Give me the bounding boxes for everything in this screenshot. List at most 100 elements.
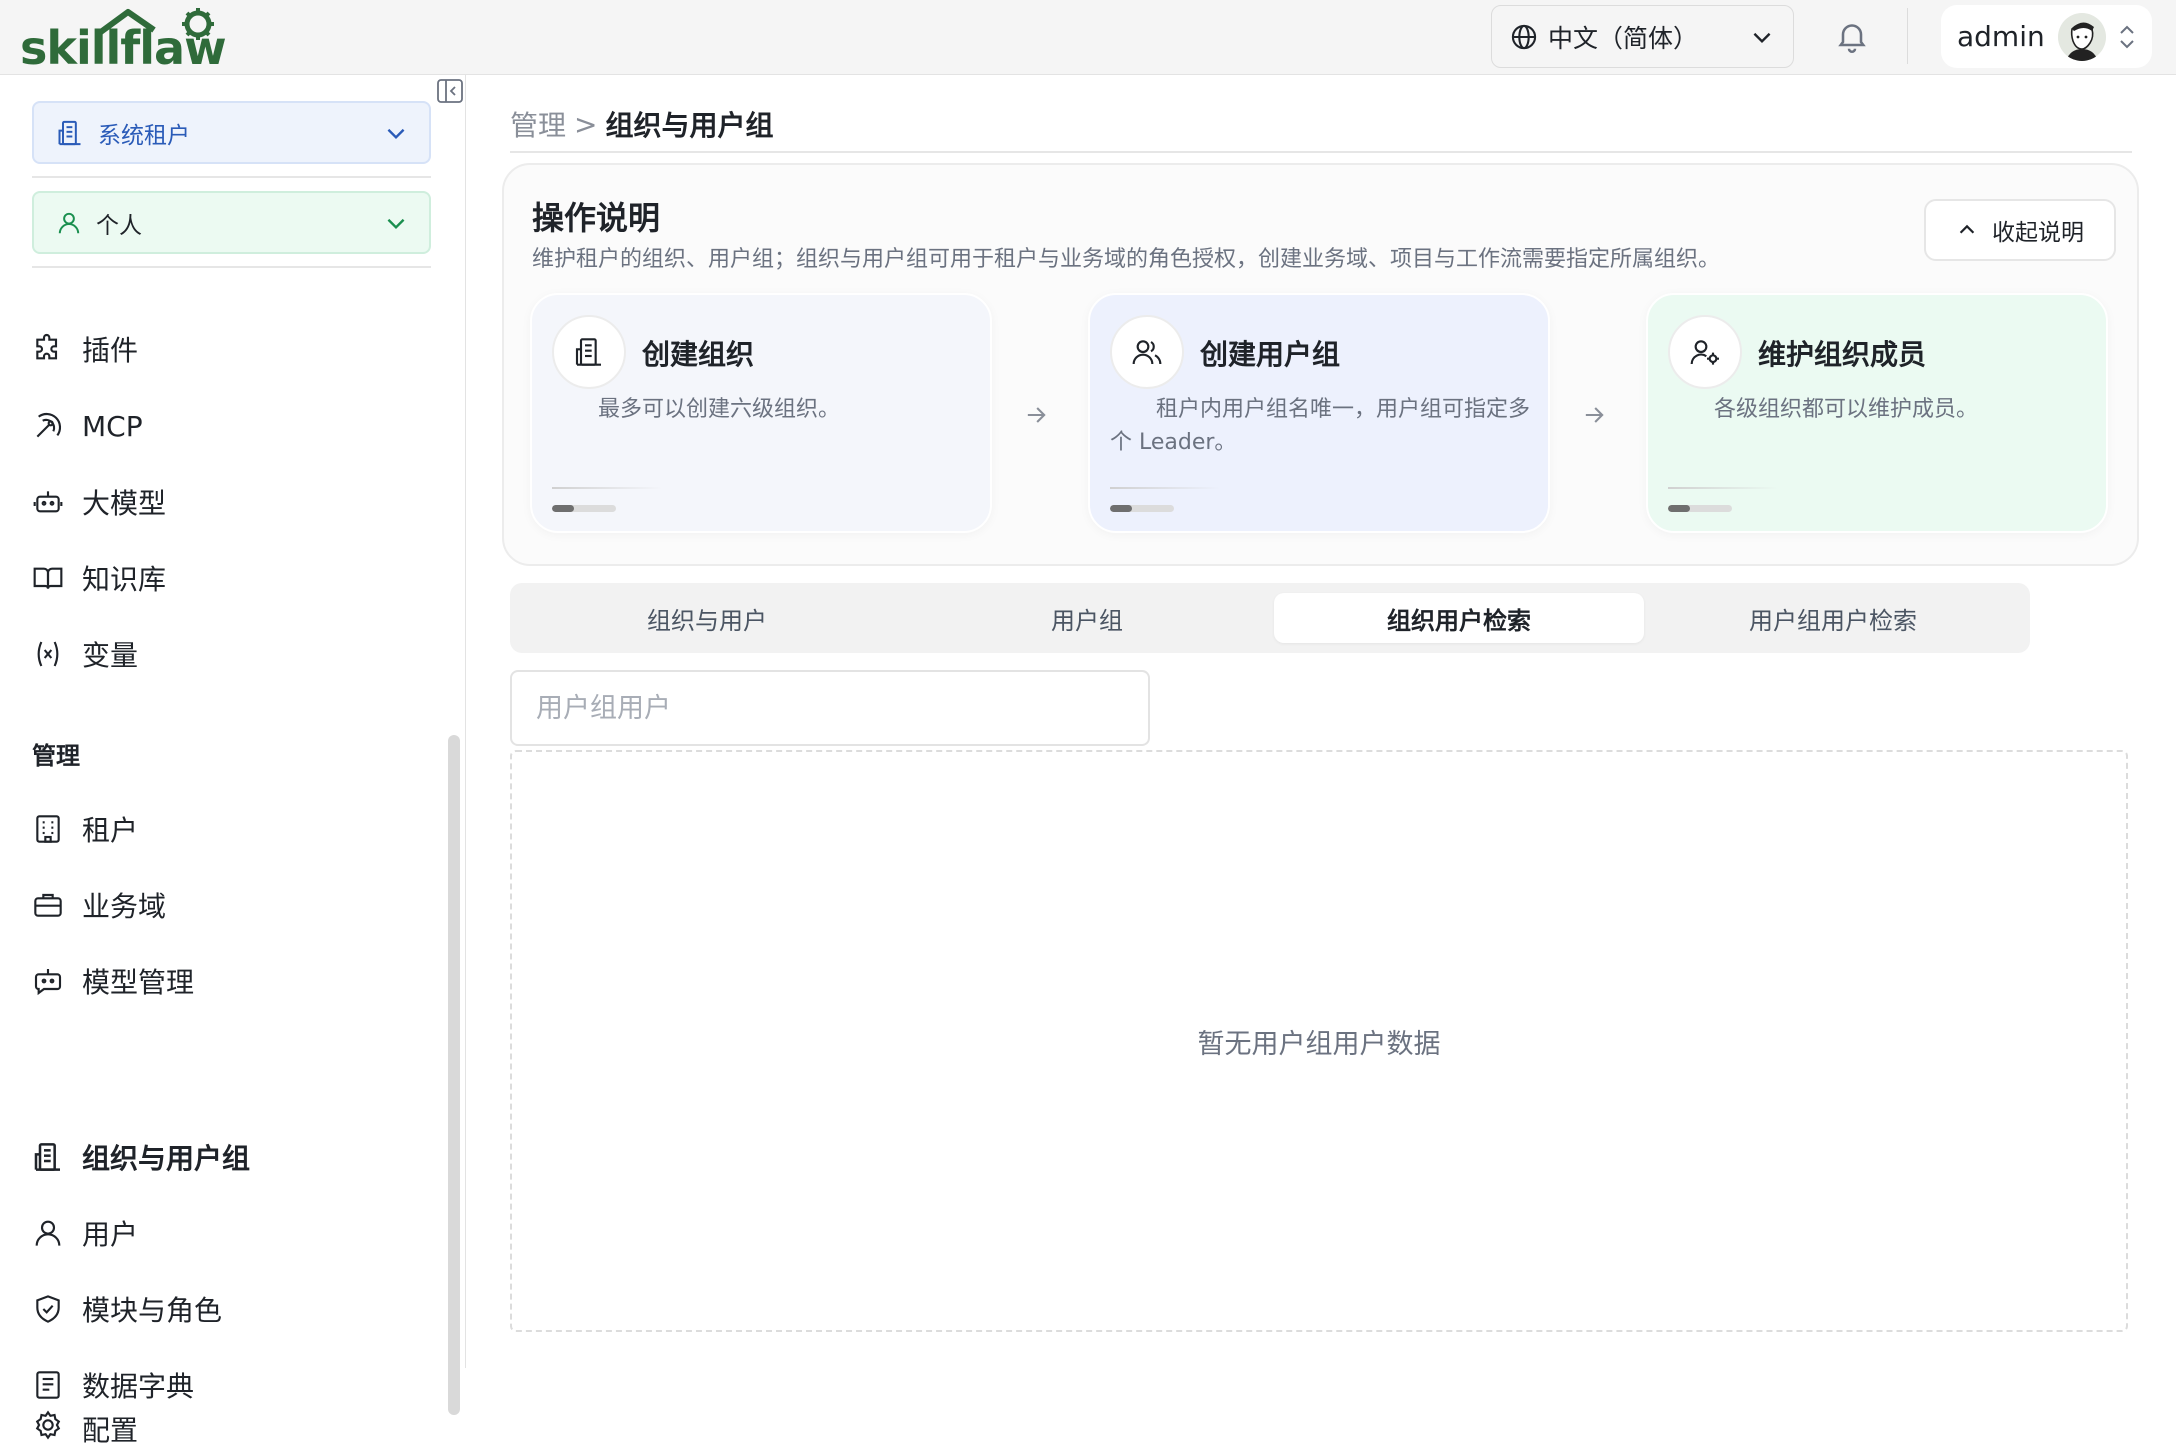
step-icon — [1668, 315, 1742, 389]
user-menu[interactable]: admin — [1941, 5, 2152, 68]
user-icon — [58, 212, 80, 233]
puzzle-icon — [36, 334, 58, 360]
sidebar-divider — [32, 266, 431, 268]
breadcrumb-divider — [510, 151, 2132, 153]
sidebar-divider — [32, 176, 431, 178]
sidebar-item-label: 插件 — [82, 334, 139, 367]
top-bar: skillflaw 中文（简体） admin — [0, 0, 2176, 75]
breadcrumb-separator: > — [574, 107, 598, 141]
shield-icon — [36, 1295, 60, 1323]
tab-user-groups[interactable]: 用户组 — [902, 593, 1272, 643]
step-card-create-org: 创建组织 最多可以创建六级组织。 — [530, 293, 992, 533]
avatar — [2058, 12, 2106, 61]
step-progress-fill — [1110, 505, 1133, 512]
sidebar-item-llm[interactable]: 大模型 — [32, 477, 432, 527]
workspace-select-label: 个人 — [96, 212, 142, 239]
step-text: 租户内用户组名唯一，用户组可指定多个 Leader。 — [1110, 397, 1531, 455]
sidebar-item-label: 模型管理 — [82, 966, 195, 999]
workspace-select[interactable]: 个人 — [32, 191, 431, 254]
step-text: 最多可以创建六级组织。 — [598, 397, 841, 422]
empty-state-text: 暂无用户组用户数据 — [1197, 1028, 1441, 1060]
mcp-icon — [36, 412, 62, 438]
guide-description: 维护租户的组织、用户组；组织与用户组可用于租户与业务域的角色授权，创建业务域、项… — [532, 247, 1721, 272]
sidebar-item-plugins[interactable]: 插件 — [32, 324, 432, 374]
sidebar-item-modules-roles[interactable]: 模块与角色 — [32, 1284, 432, 1334]
sidebar-item-users[interactable]: 用户 — [32, 1208, 432, 1258]
step-card-create-user-group: 创建用户组 租户内用户组名唯一，用户组可指定多个 Leader。 — [1088, 293, 1550, 533]
step-progress-fill — [552, 505, 575, 512]
sidebar-item-label: MCP — [82, 409, 143, 443]
sidebar-item-mcp[interactable]: MCP — [32, 401, 432, 451]
briefcase-icon — [34, 893, 62, 917]
tab-org-users[interactable]: 组织与用户 — [522, 593, 892, 643]
step-title: 维护组织成员 — [1758, 338, 1927, 371]
sidebar-item-label: 数据字典 — [82, 1370, 195, 1403]
brand-wordmark: skillflaw — [20, 21, 226, 68]
guide-title: 操作说明 — [532, 199, 661, 237]
user-icon — [35, 1220, 61, 1246]
building-icon — [58, 120, 81, 145]
breadcrumb: 管理 > 组织与用户组 — [510, 104, 774, 144]
sidebar-item-label: 变量 — [82, 639, 139, 672]
chevron-up-icon — [1959, 224, 1975, 234]
step-progress-fill — [1668, 505, 1691, 512]
skillflaw-logo[interactable]: skillflaw — [20, 6, 276, 68]
tab-bar: 组织与用户 用户组 组织用户检索 用户组用户检索 — [510, 583, 2030, 653]
variable-icon — [37, 641, 59, 667]
step-progress — [552, 505, 616, 512]
collapse-guide-button[interactable]: 收起说明 — [1924, 199, 2116, 261]
step-progress — [1668, 505, 1732, 512]
user-group-user-search-input[interactable] — [510, 670, 1150, 746]
step-card-maintain-members: 维护组织成员 各级组织都可以维护成员。 — [1646, 293, 2108, 533]
sidebar-item-label: 业务域 — [82, 890, 167, 923]
step-title: 创建组织 — [642, 338, 755, 371]
gear-icon — [35, 1410, 61, 1440]
topbar-divider — [1907, 8, 1908, 64]
users-icon — [1132, 340, 1162, 365]
chevron-down-icon — [1753, 32, 1771, 43]
sidebar-scrollbar[interactable] — [448, 735, 460, 1415]
sidebar-item-label: 大模型 — [82, 487, 167, 520]
user-settings-icon — [1690, 340, 1719, 365]
step-divider — [1668, 487, 1778, 489]
user-name: admin — [1957, 20, 2045, 53]
language-select[interactable]: 中文（简体） — [1491, 5, 1794, 68]
sidebar-item-tenants[interactable]: 租户 — [32, 804, 432, 854]
step-icon — [1110, 315, 1184, 389]
collapse-guide-label: 收起说明 — [1992, 220, 2084, 246]
sidebar-item-business-domain[interactable]: 业务域 — [32, 880, 432, 930]
sidebar-collapse-icon[interactable] — [436, 77, 464, 105]
sidebar-item-label: 配置 — [82, 1414, 139, 1443]
sidebar-item-label: 知识库 — [82, 563, 167, 596]
sidebar-item-label: 模块与角色 — [82, 1294, 223, 1327]
notification-bell-icon[interactable] — [1834, 18, 1870, 54]
sidebar-item-label: 组织与用户组 — [82, 1142, 251, 1175]
tenant-select[interactable]: 系统租户 — [32, 101, 431, 164]
sidebar-item-label: 租户 — [82, 814, 139, 847]
sidebar-item-org-user-groups[interactable]: 组织与用户组 — [32, 1132, 432, 1182]
operation-guide-panel: 操作说明 维护租户的组织、用户组；组织与用户组可用于租户与业务域的角色授权，创建… — [502, 163, 2139, 566]
chevron-updown-icon — [2120, 25, 2134, 48]
robot-icon — [33, 491, 63, 513]
building-icon — [36, 815, 60, 843]
sidebar-item-knowledge-base[interactable]: 知识库 — [32, 553, 432, 603]
breadcrumb-current: 组织与用户组 — [605, 109, 774, 142]
org-icon — [34, 1143, 60, 1171]
step-divider — [552, 487, 662, 489]
step-divider — [1110, 487, 1220, 489]
arrow-right-icon — [1027, 407, 1046, 423]
tab-org-user-search[interactable]: 组织用户检索 — [1274, 593, 1644, 643]
dictionary-icon — [36, 1371, 60, 1399]
bot-icon — [34, 969, 62, 996]
chevron-down-icon — [387, 218, 405, 229]
sidebar-section-title: 管理 — [32, 742, 80, 770]
breadcrumb-parent[interactable]: 管理 — [510, 104, 566, 144]
book-icon — [33, 567, 63, 589]
step-title: 创建用户组 — [1200, 338, 1341, 371]
sidebar-item-model-management[interactable]: 模型管理 — [32, 956, 432, 1006]
sidebar-item-variables[interactable]: 变量 — [32, 629, 432, 679]
arrow-right-icon — [1585, 407, 1604, 423]
sidebar-item-settings[interactable]: 配置 — [32, 1409, 432, 1443]
language-label: 中文（简体） — [1548, 23, 1699, 53]
tab-user-group-user-search[interactable]: 用户组用户检索 — [1648, 593, 2018, 643]
